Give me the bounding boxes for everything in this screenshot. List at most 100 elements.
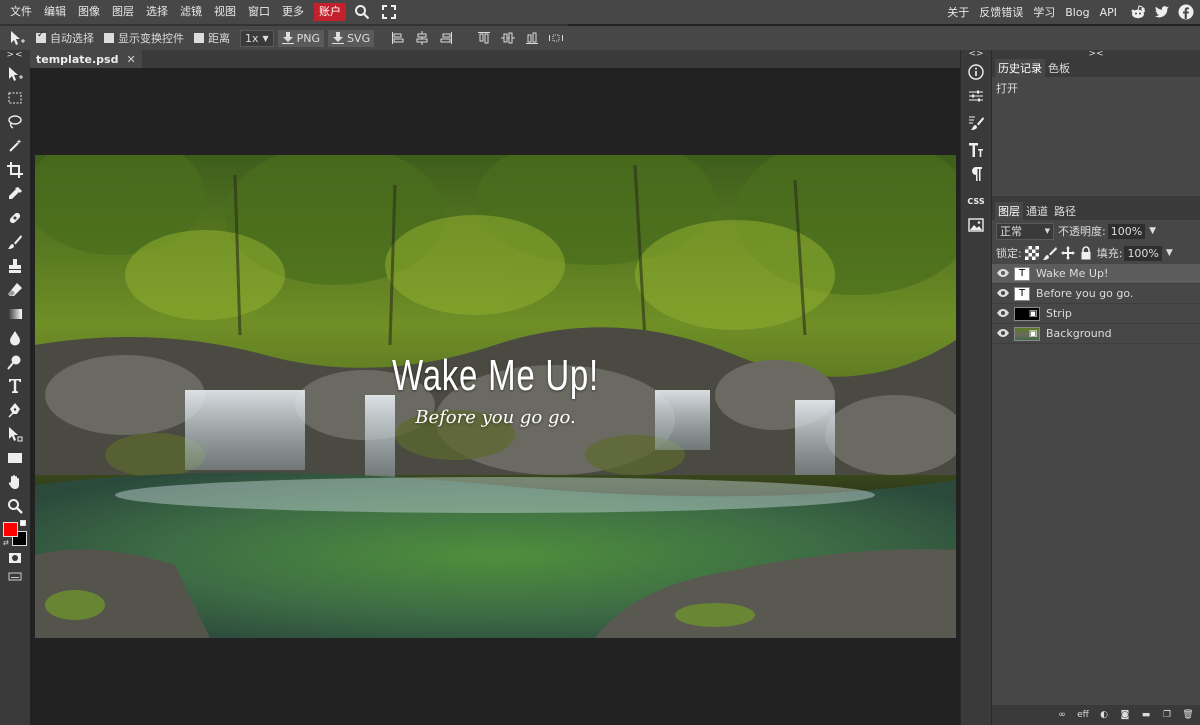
swap-colors-icon[interactable] <box>20 520 26 526</box>
menu-file[interactable]: 文件 <box>4 0 38 24</box>
foreground-color-swatch[interactable] <box>3 522 18 537</box>
stamp-tool[interactable] <box>0 254 30 278</box>
align-middle-icon[interactable] <box>501 31 516 45</box>
zoom-tool[interactable] <box>0 494 30 518</box>
menu-view[interactable]: 视图 <box>208 0 242 24</box>
export-svg-button[interactable]: SVG <box>328 29 375 47</box>
fill-input[interactable]: 100% <box>1124 245 1162 261</box>
layer-row[interactable]: T Before you go go. <box>992 284 1200 304</box>
menu-more[interactable]: 更多 <box>276 0 310 24</box>
effects-button[interactable]: eff <box>1076 708 1090 722</box>
align-right-icon[interactable] <box>439 31 453 45</box>
new-layer-icon[interactable]: ❐ <box>1160 708 1174 722</box>
twitter-icon[interactable] <box>1154 4 1170 20</box>
info-panel-button[interactable] <box>961 60 991 84</box>
adjust-icon[interactable]: ◐ <box>1097 708 1111 722</box>
layer-row[interactable]: ▣ Background <box>992 324 1200 344</box>
lock-all-icon[interactable] <box>1079 246 1093 260</box>
align-bottom-icon[interactable] <box>525 31 539 45</box>
facebook-icon[interactable] <box>1178 4 1194 20</box>
eye-icon[interactable] <box>992 327 1014 340</box>
move-tool[interactable] <box>0 62 30 86</box>
opacity-dropdown-icon[interactable]: ▼ <box>1149 226 1156 236</box>
healing-tool[interactable] <box>0 206 30 230</box>
rectangle-tool[interactable] <box>0 446 30 470</box>
tab-swatches[interactable]: 色板 <box>1045 59 1073 77</box>
trash-icon[interactable]: 🗑 <box>1181 708 1195 722</box>
align-top-icon[interactable] <box>477 31 491 45</box>
fill-dropdown-icon[interactable]: ▼ <box>1166 248 1173 258</box>
eye-icon[interactable] <box>992 267 1014 280</box>
checkbox-unchecked[interactable] <box>194 33 204 43</box>
pen-tool[interactable] <box>0 398 30 422</box>
magic-wand-tool[interactable] <box>0 134 30 158</box>
show-transform-checkbox[interactable]: 显示变换控件 <box>104 30 184 46</box>
zoom-select[interactable]: 1x ▼ <box>240 29 274 47</box>
css-panel-button[interactable]: CSS <box>961 189 991 213</box>
brush-tool[interactable] <box>0 230 30 254</box>
link-report-bug[interactable]: 反馈错误 <box>974 4 1028 20</box>
collapse-toggle[interactable]: <> <box>961 50 991 60</box>
folder-icon[interactable]: ▬ <box>1139 708 1153 722</box>
dodge-tool[interactable] <box>0 350 30 374</box>
eye-icon[interactable] <box>992 287 1014 300</box>
link-learn[interactable]: 学习 <box>1028 4 1060 20</box>
hand-tool[interactable] <box>0 470 30 494</box>
search-icon[interactable] <box>354 4 370 20</box>
adjustments-panel-button[interactable] <box>961 84 991 108</box>
link-blog[interactable]: Blog <box>1060 6 1094 19</box>
document-canvas[interactable]: Wake Me Up! Before you go go. <box>35 155 956 638</box>
close-icon[interactable]: ✕ <box>126 53 135 66</box>
tab-channels[interactable]: 通道 <box>1023 202 1051 220</box>
type-tool[interactable] <box>0 374 30 398</box>
layer-row[interactable]: ▣ Strip <box>992 304 1200 324</box>
menu-layer[interactable]: 图层 <box>106 0 140 24</box>
eyedropper-tool[interactable] <box>0 182 30 206</box>
mask-icon[interactable]: ◙ <box>1118 708 1132 722</box>
eye-icon[interactable] <box>992 307 1014 320</box>
screen-mode-button[interactable] <box>0 568 30 584</box>
brush-panel-button[interactable] <box>961 111 991 135</box>
distance-checkbox[interactable]: 距离 <box>194 30 230 46</box>
reddit-icon[interactable] <box>1130 4 1146 20</box>
history-entry[interactable]: 打开 <box>992 77 1200 99</box>
align-left-icon[interactable] <box>391 31 405 45</box>
tab-history[interactable]: 历史记录 <box>995 59 1045 77</box>
collapse-toggle[interactable]: >< <box>0 50 30 62</box>
checkbox-checked[interactable] <box>36 30 46 43</box>
image-panel-button[interactable] <box>961 213 991 237</box>
menu-edit[interactable]: 编辑 <box>38 0 72 24</box>
lock-transparency-icon[interactable] <box>1024 246 1039 260</box>
menu-window[interactable]: 窗口 <box>242 0 276 24</box>
gradient-tool[interactable] <box>0 302 30 326</box>
move-tool-icon[interactable] <box>8 29 26 47</box>
path-select-tool[interactable] <box>0 422 30 446</box>
lasso-tool[interactable] <box>0 110 30 134</box>
eraser-tool[interactable] <box>0 278 30 302</box>
lock-pixels-icon[interactable] <box>1042 246 1057 260</box>
tab-paths[interactable]: 路径 <box>1051 202 1079 220</box>
fullscreen-icon[interactable] <box>382 5 396 19</box>
blend-mode-select[interactable]: 正常 ▼ <box>996 222 1054 240</box>
character-panel-button[interactable] <box>961 138 991 162</box>
align-center-icon[interactable] <box>415 31 429 45</box>
crop-tool[interactable] <box>0 158 30 182</box>
paragraph-panel-button[interactable] <box>961 162 991 186</box>
tab-layers[interactable]: 图层 <box>995 202 1023 220</box>
menu-image[interactable]: 图像 <box>72 0 106 24</box>
opacity-input[interactable]: 100% <box>1107 223 1146 239</box>
lock-position-icon[interactable] <box>1060 246 1075 260</box>
menu-select[interactable]: 选择 <box>140 0 174 24</box>
link-icon[interactable]: ∞ <box>1055 708 1069 722</box>
document-tab[interactable]: template.psd ✕ <box>30 50 142 68</box>
auto-select-checkbox[interactable]: 自动选择 <box>36 30 94 46</box>
menu-filter[interactable]: 滤镜 <box>174 0 208 24</box>
checkbox-unchecked[interactable] <box>104 33 114 43</box>
link-about[interactable]: 关于 <box>942 4 974 20</box>
blur-tool[interactable] <box>0 326 30 350</box>
layer-row[interactable]: T Wake Me Up! <box>992 264 1200 284</box>
distribute-icon[interactable] <box>549 31 564 45</box>
export-png-button[interactable]: PNG <box>277 29 325 47</box>
default-colors-icon[interactable]: ⇄ <box>3 539 9 547</box>
marquee-tool[interactable] <box>0 86 30 110</box>
